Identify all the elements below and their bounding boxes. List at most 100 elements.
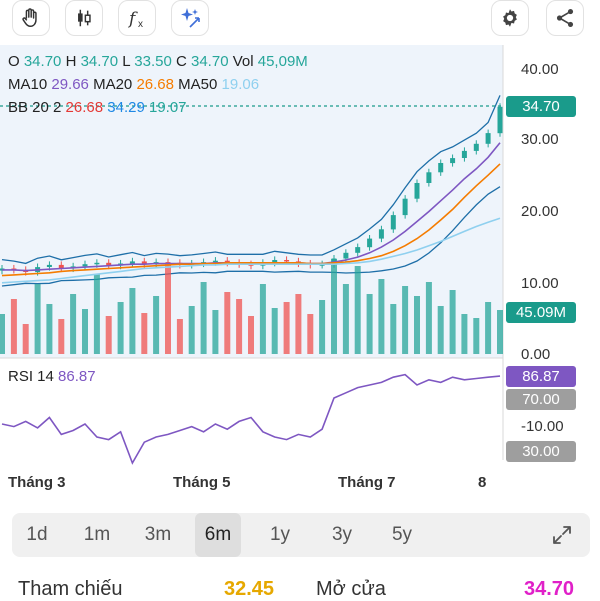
volume-badge: 45.09M xyxy=(506,302,576,323)
high-value: 34.70 xyxy=(80,53,119,70)
share-icon[interactable] xyxy=(546,0,584,36)
volume-bar xyxy=(58,319,65,354)
candle-body xyxy=(485,133,491,144)
svg-text:f: f xyxy=(127,9,138,29)
svg-text:x: x xyxy=(138,19,143,30)
volume-bar xyxy=(10,299,17,354)
volume-bar xyxy=(141,313,148,354)
sparkle-icon[interactable] xyxy=(171,0,209,36)
volume-bar xyxy=(188,306,195,354)
volume-bar xyxy=(461,314,468,354)
rsi-value: 86.87 xyxy=(58,368,96,385)
range-5y[interactable]: 5y xyxy=(379,513,425,557)
function-icon[interactable]: fx xyxy=(118,0,156,36)
price-tick-10: 10.00 xyxy=(521,275,559,292)
open-price-label: Mở cửa xyxy=(316,578,386,600)
candle-body xyxy=(82,264,88,267)
volume-bar xyxy=(176,319,183,354)
rsi-lower-badge: 30.00 xyxy=(506,441,576,462)
volume-bar xyxy=(22,324,29,354)
open-price-value: 34.70 xyxy=(524,578,575,600)
volume-bar xyxy=(366,294,373,354)
volume-bar xyxy=(414,296,420,354)
candle-body xyxy=(367,238,373,248)
candle-body xyxy=(46,264,52,267)
candlestick-icon[interactable] xyxy=(65,0,103,36)
volume-bar xyxy=(105,316,112,354)
bb-label: BB 20 2 xyxy=(8,99,62,116)
volume-bar xyxy=(93,274,100,354)
rsi-label: RSI 14 xyxy=(8,368,54,385)
ohlc-legend: O 34.70 H 34.70 L 33.50 C 34.70 Vol 45,0… xyxy=(8,53,308,70)
candle-body xyxy=(497,106,503,134)
candle-body xyxy=(355,247,361,253)
range-6m[interactable]: 6m xyxy=(195,513,241,557)
range-3y[interactable]: 3y xyxy=(319,513,365,557)
volume-bar xyxy=(46,304,53,354)
range-1m[interactable]: 1m xyxy=(74,513,120,557)
last-price-badge: 34.70 xyxy=(506,96,576,117)
volume-value: 45,09M xyxy=(257,53,308,70)
candle-body xyxy=(473,143,479,151)
range-selector: 1d 1m 3m 6m 1y 3y 5y xyxy=(12,513,590,557)
rsi-upper-badge: 70.00 xyxy=(506,389,576,410)
gear-icon[interactable] xyxy=(491,0,529,36)
candle-body xyxy=(378,229,384,239)
bb-mid-value: 34.29 xyxy=(107,99,145,116)
candle-body xyxy=(402,198,408,216)
reference-value: 32.45 xyxy=(224,578,275,600)
volume-bar xyxy=(425,282,432,354)
volume-bar xyxy=(259,284,266,354)
bb-lower-value: 19.07 xyxy=(148,99,187,116)
volume-bar xyxy=(390,304,397,354)
candle-body xyxy=(426,172,432,183)
ma10-label: MA10 xyxy=(8,76,48,93)
toolbar: fx xyxy=(0,0,600,40)
rsi-legend: RSI 14 86.87 xyxy=(8,368,96,385)
candle-body xyxy=(284,260,290,262)
volume-bar xyxy=(354,266,361,354)
expand-icon[interactable] xyxy=(550,523,574,552)
hand-icon[interactable] xyxy=(12,0,50,36)
volume-bar xyxy=(485,302,492,354)
range-3m[interactable]: 3m xyxy=(135,513,181,557)
candle-body xyxy=(450,158,456,164)
candle-body xyxy=(390,215,396,230)
volume-bar xyxy=(283,302,290,354)
rsi-badge: 86.87 xyxy=(506,366,576,387)
rsi-tick-minus10: -10.00 xyxy=(521,418,564,435)
candle-body xyxy=(414,183,420,199)
candle-body xyxy=(212,260,218,263)
volume-bar xyxy=(473,318,480,354)
bb-upper-value: 26.68 xyxy=(65,99,104,116)
volume-bar xyxy=(437,306,444,354)
close-value: 34.70 xyxy=(191,53,229,70)
high-label: H xyxy=(65,53,77,70)
x-label-thang-5: Tháng 5 xyxy=(173,474,231,491)
x-label-8: 8 xyxy=(478,474,487,491)
range-1y[interactable]: 1y xyxy=(257,513,303,557)
volume-bar xyxy=(295,294,302,354)
volume-bar xyxy=(271,308,278,354)
volume-bar xyxy=(402,286,409,354)
price-tick-40: 40.00 xyxy=(521,61,559,78)
candle-body xyxy=(438,163,444,173)
volume-bar xyxy=(319,300,326,354)
close-label: C xyxy=(175,53,187,70)
volume-bar xyxy=(82,309,88,354)
ma20-value: 26.68 xyxy=(136,76,174,93)
candle-body xyxy=(343,252,349,259)
volume-bar xyxy=(331,259,337,354)
volume-bar xyxy=(236,299,243,354)
open-value: 34.70 xyxy=(23,53,62,70)
price-tick-0: 0.00 xyxy=(521,346,551,363)
volume-bar xyxy=(200,282,207,354)
volume-bar xyxy=(129,288,136,354)
candle-body xyxy=(129,261,135,264)
volume-bar xyxy=(248,316,254,354)
volume-bar xyxy=(153,296,160,354)
candle-body xyxy=(461,150,467,158)
volume-bar xyxy=(117,302,124,354)
volume-bar xyxy=(212,310,219,354)
range-1d[interactable]: 1d xyxy=(14,513,60,557)
